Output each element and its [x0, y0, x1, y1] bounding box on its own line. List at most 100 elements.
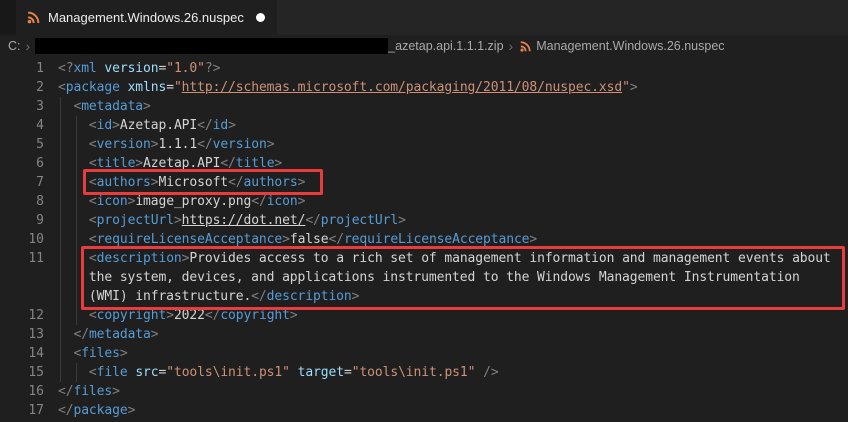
code-line-content[interactable]: the system, devices, and applications in… [58, 268, 800, 287]
code-line: 1 <?xml version="1.0"?> [0, 59, 848, 78]
indent-guide [76, 192, 77, 211]
indent-guide [60, 306, 61, 325]
tab-bar: Management.Windows.26.nuspec [0, 0, 848, 35]
indent-guide [76, 287, 77, 306]
indent-guide [76, 135, 77, 154]
code-line: 7 <authors>Microsoft</authors> [0, 173, 848, 192]
indent-guide [60, 192, 61, 211]
indent-guide [60, 363, 61, 382]
code-line: 6 <title>Azetap.API</title> [0, 154, 848, 173]
code-line-content[interactable]: </files> [58, 382, 120, 401]
code-line: 16 </files> [0, 382, 848, 401]
modified-indicator-dot[interactable] [255, 13, 265, 22]
code-line-content[interactable]: <title>Azetap.API</title> [58, 154, 282, 173]
code-line-content[interactable]: <package xmlns="http://schemas.microsoft… [58, 78, 638, 97]
code-line: 13 </metadata> [0, 325, 848, 344]
indent-guide [76, 173, 77, 192]
line-number[interactable]: 6 [0, 154, 44, 173]
tab-title: Management.Windows.26.nuspec [48, 10, 244, 25]
line-number[interactable]: 11 [0, 249, 44, 268]
code-line-content[interactable]: </metadata> [58, 325, 159, 344]
code-line: the system, devices, and applications in… [0, 268, 848, 287]
redaction-bar [35, 38, 389, 54]
line-number[interactable]: 12 [0, 306, 44, 325]
code-line: 14 <files> [0, 344, 848, 363]
line-number[interactable]: 7 [0, 173, 44, 192]
nuspec-rss-icon [26, 10, 41, 25]
indent-guide [60, 344, 61, 363]
tab-management-windows-nuspec[interactable]: Management.Windows.26.nuspec [16, 0, 277, 35]
indent-guide [76, 306, 77, 325]
indent-guide [76, 116, 77, 135]
code-line-content[interactable]: <authors>Microsoft</authors> [58, 173, 305, 192]
line-number[interactable]: 9 [0, 211, 44, 230]
indent-guide [60, 287, 61, 306]
line-number[interactable] [0, 287, 44, 306]
code-line: 9 <projectUrl>https://dot.net/</projectU… [0, 211, 848, 230]
indent-guide [60, 268, 61, 287]
code-line: 10 <requireLicenseAcceptance>false</requ… [0, 230, 848, 249]
line-number[interactable]: 2 [0, 78, 44, 97]
code-line-content[interactable]: (WMI) infrastructure.</description> [58, 287, 359, 306]
code-line-content[interactable]: <file src="tools\init.ps1" target="tools… [58, 363, 499, 382]
line-number[interactable]: 16 [0, 382, 44, 401]
code-line: (WMI) infrastructure.</description> [0, 287, 848, 306]
line-number[interactable]: 8 [0, 192, 44, 211]
indent-guide [76, 363, 77, 382]
code-line-content[interactable]: <files> [58, 344, 128, 363]
code-line: 11 <description>Provides access to a ric… [0, 249, 848, 268]
chevron-right-icon: › [25, 38, 31, 54]
indent-guide [76, 154, 77, 173]
code-line-content[interactable]: <version>1.1.1</version> [58, 135, 275, 154]
indent-guide [60, 116, 61, 135]
breadcrumb: C: › _azetap.api.1.1.1.zip › Management.… [0, 35, 848, 57]
indent-guide [60, 325, 61, 344]
code-line: 4 <id>Azetap.API</id> [0, 116, 848, 135]
line-number[interactable]: 4 [0, 116, 44, 135]
code-line: 8 <icon>image_proxy.png</icon> [0, 192, 848, 211]
code-line-content[interactable]: <id>Azetap.API</id> [58, 116, 236, 135]
chevron-right-icon: › [508, 38, 514, 54]
line-number[interactable]: 1 [0, 59, 44, 78]
code-line: 15 <file src="tools\init.ps1" target="to… [0, 363, 848, 382]
indent-guide [76, 230, 77, 249]
code-line-content[interactable]: <?xml version="1.0"?> [58, 59, 220, 78]
indent-guide [60, 249, 61, 268]
line-number[interactable]: 13 [0, 325, 44, 344]
indent-guide [60, 211, 61, 230]
line-number[interactable]: 5 [0, 135, 44, 154]
code-editor[interactable]: 1 <?xml version="1.0"?> 2 <package xmlns="h… [0, 57, 848, 422]
indent-guide [76, 249, 77, 268]
code-line-content[interactable]: <icon>image_proxy.png</icon> [58, 192, 305, 211]
indent-guide [60, 230, 61, 249]
code-line: 17 </package> [0, 401, 848, 420]
indent-guide [76, 211, 77, 230]
code-line-content[interactable]: <metadata> [58, 97, 151, 116]
indent-guide [76, 268, 77, 287]
code-line: 5 <version>1.1.1</version> [0, 135, 848, 154]
code-line-content[interactable]: <copyright>2022</copyright> [58, 306, 298, 325]
code-line-content[interactable]: <description>Provides access to a rich s… [58, 249, 831, 268]
tab-bar-left-edge [0, 0, 16, 35]
vscode-window: Management.Windows.26.nuspec C: › _azeta… [0, 0, 848, 422]
code-lines: 1 <?xml version="1.0"?> 2 <package xmlns="h… [0, 57, 848, 420]
indent-guide [60, 154, 61, 173]
code-line-content[interactable]: <projectUrl>https://dot.net/</projectUrl… [58, 211, 406, 230]
line-number[interactable]: 15 [0, 363, 44, 382]
indent-guide [60, 135, 61, 154]
breadcrumb-drive[interactable]: C: [8, 39, 21, 53]
indent-guide [60, 97, 61, 116]
code-line: 2 <package xmlns="http://schemas.microsof… [0, 78, 848, 97]
breadcrumb-file[interactable]: Management.Windows.26.nuspec [536, 39, 724, 53]
line-number[interactable]: 3 [0, 97, 44, 116]
line-number[interactable]: 17 [0, 401, 44, 420]
nuspec-rss-icon-small [519, 40, 532, 53]
indent-guide [60, 173, 61, 192]
code-line-content[interactable]: <requireLicenseAcceptance>false</require… [58, 230, 537, 249]
line-number[interactable] [0, 268, 44, 287]
code-line-content[interactable]: </package> [58, 401, 135, 420]
line-number[interactable]: 14 [0, 344, 44, 363]
breadcrumb-archive[interactable]: _azetap.api.1.1.1.zip [388, 39, 503, 53]
line-number[interactable]: 10 [0, 230, 44, 249]
code-line: 3 <metadata> [0, 97, 848, 116]
